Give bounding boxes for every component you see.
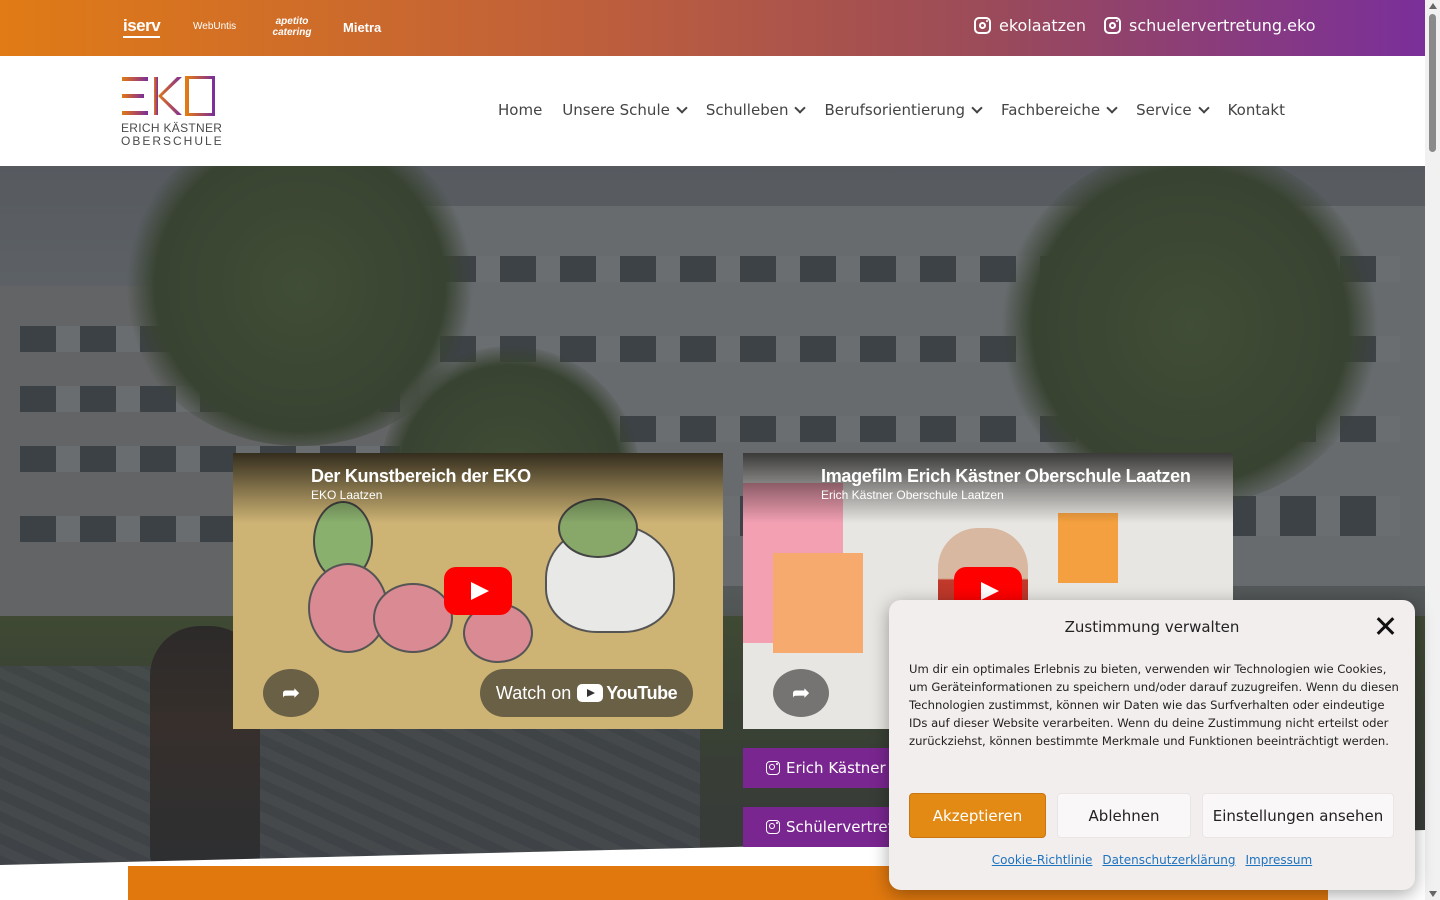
iserv-logo-link[interactable]: iserv <box>123 16 161 38</box>
youtube-brand-label: YouTube <box>606 682 678 703</box>
youtube-logo-icon: YouTube <box>577 682 678 704</box>
privacy-policy-link[interactable]: Datenschutzerklärung <box>1102 853 1235 867</box>
site-logo[interactable]: ERICH KÄSTNER OBERSCHULE <box>121 76 224 148</box>
nav-item-label: Berufsorientierung <box>824 101 965 119</box>
scrollbar-thumb[interactable] <box>1429 14 1436 152</box>
nav-item-kontakt[interactable]: Kontakt <box>1228 101 1285 119</box>
nav-item-label: Fachbereiche <box>1000 101 1101 119</box>
video-thumbnail-art <box>773 553 863 653</box>
logo-line-2: OBERSCHULE <box>121 134 224 148</box>
share-icon[interactable]: ➦ <box>773 669 829 717</box>
chevron-down-icon <box>794 102 807 114</box>
instagram-icon <box>766 761 780 775</box>
cookie-policy-link[interactable]: Cookie-Richtlinie <box>992 853 1093 867</box>
logo-line-1: ERICH KÄSTNER <box>121 121 223 135</box>
youtube-play-button[interactable] <box>444 567 512 615</box>
cookie-dialog-text: Um dir ein optimales Erlebnis zu bieten,… <box>909 662 1399 748</box>
nav-item-fachbereiche[interactable]: Fachbereiche <box>1000 101 1118 119</box>
video-title[interactable]: Der Kunstbereich der EKO <box>311 466 531 487</box>
instagram-link-label: schuelervertretung.eko <box>1129 16 1316 35</box>
nav-item-label: Unsere Schule <box>562 101 670 119</box>
video-title[interactable]: Imagefilm Erich Kästner Oberschule Laatz… <box>821 466 1191 487</box>
chevron-down-icon <box>971 102 983 114</box>
nav-item-schulleben[interactable]: Schulleben <box>705 101 807 119</box>
nav-item-label: Service <box>1136 101 1192 119</box>
chevron-down-icon <box>1106 102 1118 114</box>
instagram-icon <box>1104 17 1121 34</box>
nav-item-service[interactable]: Service <box>1136 101 1210 119</box>
scroll-up-icon[interactable] <box>1429 3 1437 9</box>
nav-item-label: Schulleben <box>705 101 789 119</box>
youtube-play-icon <box>577 684 604 702</box>
top-bar: iserv WebUntis apetito catering Mietra e… <box>0 0 1425 56</box>
eko-logo-mark <box>122 76 215 116</box>
cookie-dialog-title: Zustimmung verwalten <box>1064 618 1240 636</box>
nav-item-unsere-schule[interactable]: Unsere Schule <box>562 101 688 119</box>
nav-item-label: Home <box>498 101 543 119</box>
nav-item-berufsorientierung[interactable]: Berufsorientierung <box>824 101 983 119</box>
instagram-link-ekolaatzen[interactable]: ekolaatzen <box>974 16 1086 35</box>
video-channel[interactable]: Erich Kästner Oberschule Laatzen <box>821 488 1004 502</box>
watch-on-label: Watch on <box>495 682 572 703</box>
webuntis-logo-link[interactable]: WebUntis <box>193 21 236 32</box>
nav-item-label: Kontakt <box>1227 101 1285 119</box>
instagram-link-label: ekolaatzen <box>999 16 1087 35</box>
video-thumbnail-art <box>373 583 453 653</box>
video-thumbnail-art <box>1058 513 1118 583</box>
instagram-icon <box>766 820 780 834</box>
deny-button[interactable]: Ablehnen <box>1057 793 1191 838</box>
page-scrollbar[interactable] <box>1425 0 1440 900</box>
cookie-dialog-links: Cookie-Richtlinie Datenschutzerklärung I… <box>889 853 1415 867</box>
view-settings-button[interactable]: Einstellungen ansehen <box>1202 793 1394 838</box>
chevron-down-icon <box>676 102 688 114</box>
watch-on-youtube-button[interactable]: Watch on YouTube <box>480 669 693 717</box>
video-title-overlay <box>233 453 723 523</box>
close-icon[interactable] <box>1375 616 1395 636</box>
chevron-down-icon <box>1197 102 1210 114</box>
video-channel[interactable]: EKO Laatzen <box>311 488 382 502</box>
site-header: ERICH KÄSTNER OBERSCHULE Home Unsere Sch… <box>0 56 1425 166</box>
cookie-consent-dialog: Zustimmung verwalten Um dir ein optimale… <box>889 600 1415 890</box>
youtube-embed-kunstbereich[interactable]: Der Kunstbereich der EKO EKO Laatzen ➦ W… <box>233 453 723 729</box>
nav-item-home[interactable]: Home <box>498 101 542 119</box>
apetito-logo-link[interactable]: apetito catering <box>267 16 317 38</box>
share-icon[interactable]: ➦ <box>263 669 319 717</box>
mietra-logo-link[interactable]: Mietra <box>343 20 381 35</box>
instagram-link-schuelervertretung[interactable]: schuelervertretung.eko <box>1104 16 1315 35</box>
scroll-down-icon[interactable] <box>1429 891 1437 897</box>
instagram-icon <box>974 17 991 34</box>
instagram-button-label: Schülervertret <box>786 818 894 836</box>
main-navigation: Home Unsere Schule Schulleben Berufsorie… <box>498 101 1285 119</box>
instagram-button-label: Erich Kästner O <box>786 759 903 777</box>
accept-button[interactable]: Akzeptieren <box>909 793 1046 838</box>
imprint-link[interactable]: Impressum <box>1246 853 1313 867</box>
